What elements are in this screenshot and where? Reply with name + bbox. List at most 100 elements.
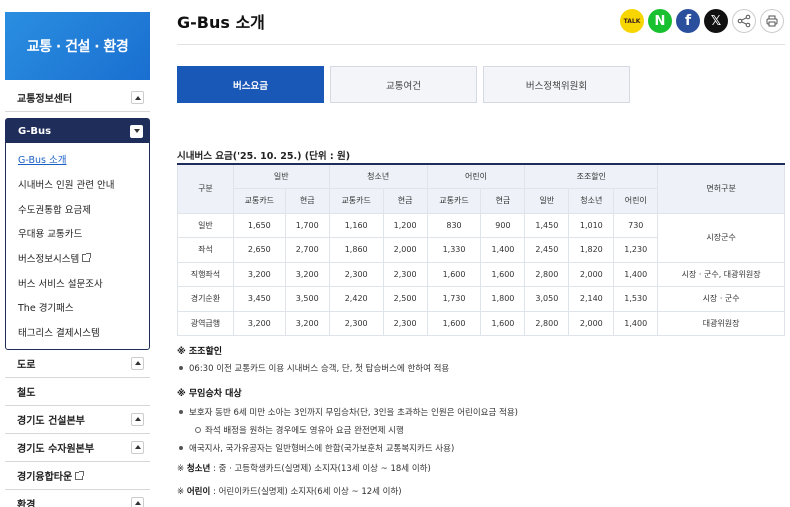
sidebar-subitem[interactable]: 태그리스 결제시스템 [6,320,149,345]
sidebar-item[interactable]: 경기도 수자원본부 [5,434,150,462]
header-divider [177,44,785,45]
sidebar-item-title: 경기도 수자원본부 [17,440,94,455]
fare-cell: 1,800 [480,286,526,312]
fare-cell: 2,700 [284,237,330,263]
table-row: 광역급행 3,200 3,200 2,300 2,300 1,600 1,600 2,800 2… [177,310,785,336]
fare-cell: 3,050 [524,286,570,312]
print-icon[interactable] [760,9,784,33]
sidebar-item[interactable]: 환경 [5,490,150,507]
sidebar-item-label: 경기융합타운 [17,471,73,483]
sidebar-bottom-list: 도로철도경기도 건설본부경기도 수자원본부경기융합타운환경 [5,350,150,507]
row-kind: 직행좌석 [177,261,234,287]
chevron-up-icon[interactable] [131,440,144,454]
sidebar-subitem[interactable]: 시내버스 인원 관련 안내 [6,172,149,197]
fare-cell: 1,600 [480,261,526,287]
sidebar-item-title: 도로 [17,356,35,371]
sidebar-item-label: 철도 [17,387,36,399]
sidebar-item[interactable]: 철도 [5,378,150,406]
fare-cell: 2,800 [524,261,570,287]
child-label: 어린이 [186,487,211,497]
share-bar: TALK N f 𝕏 [620,9,784,33]
fare-cell: 1,650 [232,212,286,238]
fare-cell: 3,200 [232,261,286,287]
kakaotalk-share-icon[interactable]: TALK [620,9,644,33]
facebook-share-icon[interactable]: f [676,9,700,33]
fare-cell: 3,450 [232,286,286,312]
tab-bus-policy-committee[interactable]: 버스정책위원회 [483,66,630,103]
fare-cell: 1,530 [613,286,659,312]
row-kind: 경기순환 [177,286,234,312]
fare-cell: 2,000 [568,261,615,287]
fare-table-body: 일반 1,650 1,700 1,160 1,200 830 900 1,450 1,010 73… [177,212,785,336]
fare-cell: 1,400 [613,310,659,336]
sidebar-item[interactable]: 경기도 건설본부 [5,406,150,434]
chevron-down-icon[interactable] [130,124,143,138]
youth-definition: ※ 청소년 : 중 · 고등학생카드(실명제) 소지자(13세 이상 ~ 18세… [177,462,785,475]
tab-bus-fare[interactable]: 버스요금 [177,66,324,103]
row-kind: 좌석 [177,237,234,263]
side-banner: 교통 · 건설 · 환경 [5,12,150,80]
sidebar-item-label: 도로 [17,359,36,371]
header-group-child: 어린이 [426,163,526,189]
license-cell: 시장 · 군수, 대광위원장 [657,261,785,287]
fare-cell: 1,730 [426,286,482,312]
row-kind: 일반 [177,212,234,238]
fare-cell: 1,600 [480,310,526,336]
fare-cell: 730 [613,212,659,238]
sidebar-item-title: 경기융합타운 [17,468,85,483]
fare-cell: 1,400 [480,237,526,263]
x-share-icon[interactable]: 𝕏 [704,9,728,33]
sidebar-subitem-label: 버스정보시스템 [18,254,80,266]
sidebar-item-traffic-center[interactable]: 교통정보센터 [5,84,150,112]
sidebar-item-label: 경기도 건설본부 [17,415,85,427]
fare-cell: 3,200 [284,310,330,336]
header-early-youth: 청소년 [568,187,615,214]
sidebar-item-label: G-Bus [18,125,52,137]
header-early-child: 어린이 [613,187,659,214]
fare-cell: 1,330 [426,237,482,263]
chevron-up-icon[interactable] [131,356,144,370]
sidebar-subitem-label: The 경기패스 [18,303,74,315]
sidebar-item-title: 철도 [17,384,35,399]
fare-cell: 2,300 [382,261,428,287]
free-ride-item: 애국지사, 국가유공자는 일반형버스에 한함(국가보훈처 교통복지카드 사용) [177,442,785,456]
child-definition: ※ 어린이 : 어린이카드(실명제) 소지자(6세 이상 ~ 12세 이하) [177,485,785,498]
sidebar-subitem[interactable]: 수도권통합 요금제 [6,196,149,221]
fare-cell: 2,000 [568,310,615,336]
sidebar-subitem-label: 수도권통합 요금제 [18,204,91,216]
fare-cell: 2,300 [328,310,384,336]
sidebar-item[interactable]: 도로 [5,350,150,378]
fare-cell: 2,300 [382,310,428,336]
early-discount-title: ※ 조조할인 [177,347,223,357]
fare-cell: 1,600 [426,261,482,287]
fare-notes: ※ 조조할인 06:30 이전 교통카드 이용 시내버스 승객, 단, 첫 탑승… [177,344,785,498]
sidebar-subitem[interactable]: 버스정보시스템 [6,246,149,271]
chevron-up-icon[interactable] [131,412,144,426]
header-group-general: 일반 [232,163,330,189]
table-row: 직행좌석 3,200 3,200 2,300 2,300 1,600 1,600 2,800 2… [177,261,785,287]
free-ride-item: 보호자 동반 6세 미만 소아는 3인까지 무임승차(단, 3인을 초과하는 인… [177,406,785,420]
note-mark: ※ [177,464,187,474]
header-cash: 현금 [382,187,428,214]
note-mark: ※ [177,487,187,497]
side-nav: 교통 · 건설 · 환경 교통정보센터 G-Bus G-Bus 소개 시내버스 인… [5,12,150,507]
sidebar-item[interactable]: 경기융합타운 [5,462,150,490]
sidebar-item-gbus[interactable]: G-Bus [6,119,149,143]
sidebar-subitem[interactable]: G-Bus 소개 [6,147,149,172]
sidebar-item-label: 경기도 수자원본부 [17,443,95,455]
table-row: 일반 1,650 1,700 1,160 1,200 830 900 1,450 1,010 73… [177,212,785,263]
sidebar-subitem[interactable]: The 경기패스 [6,295,149,320]
chevron-up-icon[interactable] [131,91,144,104]
chevron-up-icon[interactable] [131,496,144,507]
header-card: 교통카드 [426,187,482,214]
external-link-icon [82,253,92,263]
fare-cell: 2,500 [382,286,428,312]
tab-traffic-conditions[interactable]: 교통여건 [330,66,477,103]
header-cash: 현금 [480,187,526,214]
sidebar-subitem[interactable]: 버스 서비스 설문조사 [6,270,149,295]
naver-share-icon[interactable]: N [648,9,672,33]
share-icon[interactable] [732,9,756,33]
sidebar-subitem[interactable]: 우대용 교통카드 [6,221,149,246]
header-cash: 현금 [284,187,330,214]
early-discount-text: 06:30 이전 교통카드 이용 시내버스 승객, 단, 첫 탑승버스에 한하여… [177,362,785,376]
